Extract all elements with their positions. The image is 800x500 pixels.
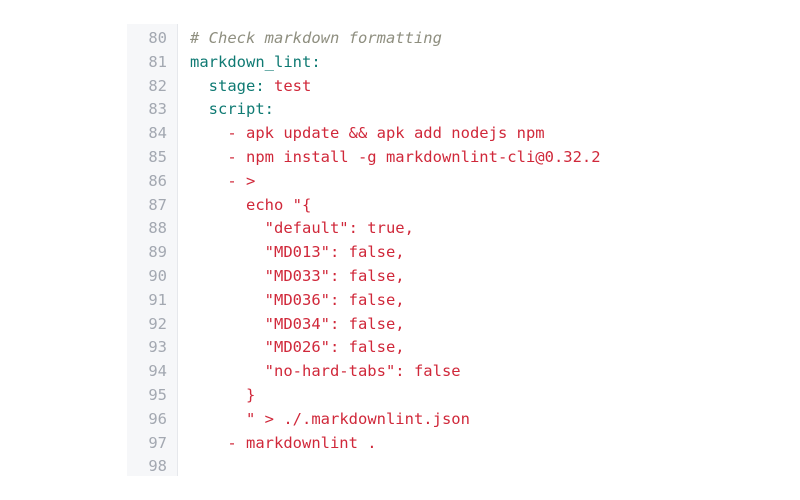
code-token-str: - markdownlint . — [227, 433, 377, 452]
code-text: - npm install -g markdownlint-cli@0.32.2 — [190, 146, 601, 170]
line-number: 85 — [148, 148, 167, 166]
code-editor[interactable]: 80 # Check markdown formatting 81 markdown_… — [127, 24, 687, 476]
code-token-str: - > — [227, 171, 256, 190]
code-token-key: script: — [208, 100, 274, 119]
code-text: " > ./.markdownlint.json — [190, 408, 470, 432]
line-number: 93 — [148, 338, 167, 357]
line-number: 82 — [148, 76, 167, 95]
code-token-str: echo "{ — [246, 195, 312, 214]
code-text: stage: test — [190, 75, 312, 99]
code-token-str: - apk update && apk add nodejs npm — [227, 124, 545, 143]
code-token-str: "MD033": false, — [264, 267, 405, 285]
line-number: 97 — [148, 433, 167, 452]
line-number: 83 — [148, 100, 167, 119]
code-text: "no-hard-tabs": false — [190, 360, 461, 384]
code-token-str: "no-hard-tabs": false — [264, 362, 461, 381]
code-token-str: "MD034": false, — [264, 314, 405, 333]
code-token-str: "MD036": false, — [264, 290, 405, 309]
code-token-str: test — [264, 76, 312, 95]
line-number: 96 — [148, 409, 167, 428]
code-token-str: "MD026": false, — [264, 338, 405, 357]
code-token-str: "MD013": false, — [264, 243, 405, 262]
line-number: 90 — [148, 267, 167, 285]
line-number: 87 — [148, 195, 167, 214]
code-text: echo "{ — [190, 194, 311, 218]
code-text: "default": true, — [190, 217, 414, 241]
line-number: 98 — [148, 457, 167, 476]
code-token-str: " > ./.markdownlint.json — [246, 409, 470, 428]
code-token-str: "default": true, — [264, 219, 414, 238]
code-text: script: — [190, 98, 274, 122]
code-token-comment: # Check markdown formatting — [190, 29, 442, 47]
line-number: 84 — [148, 124, 167, 143]
code-token-str: - npm install -g markdownlint-cli@0.32.2 — [227, 148, 601, 166]
line-number: 81 — [148, 52, 167, 71]
line-number: 91 — [148, 290, 167, 309]
line-number: 95 — [148, 386, 167, 404]
code-text: - markdownlint . — [190, 432, 377, 456]
code-text: markdown_lint: — [190, 51, 321, 75]
line-number: 89 — [148, 243, 167, 262]
code-text: "MD026": false, — [190, 336, 405, 360]
code-text: "MD036": false, — [190, 289, 405, 313]
line-number: 94 — [148, 362, 167, 381]
code-text: - apk update && apk add nodejs npm — [190, 122, 545, 146]
code-text: "MD034": false, — [190, 313, 405, 337]
line-number: 86 — [148, 171, 167, 190]
code-text: - > — [190, 170, 255, 194]
code-token-key: stage: — [208, 76, 265, 95]
code-text: "MD033": false, — [190, 265, 405, 289]
line-number: 80 — [148, 29, 167, 47]
code-text: # Check markdown formatting — [190, 27, 442, 51]
code-text: "MD013": false, — [190, 241, 405, 265]
line-number: 88 — [148, 219, 167, 238]
code-token-str: } — [246, 386, 256, 404]
code-token-key: markdown_lint: — [190, 52, 321, 71]
line-number: 92 — [148, 314, 167, 333]
code-text: } — [190, 384, 255, 408]
